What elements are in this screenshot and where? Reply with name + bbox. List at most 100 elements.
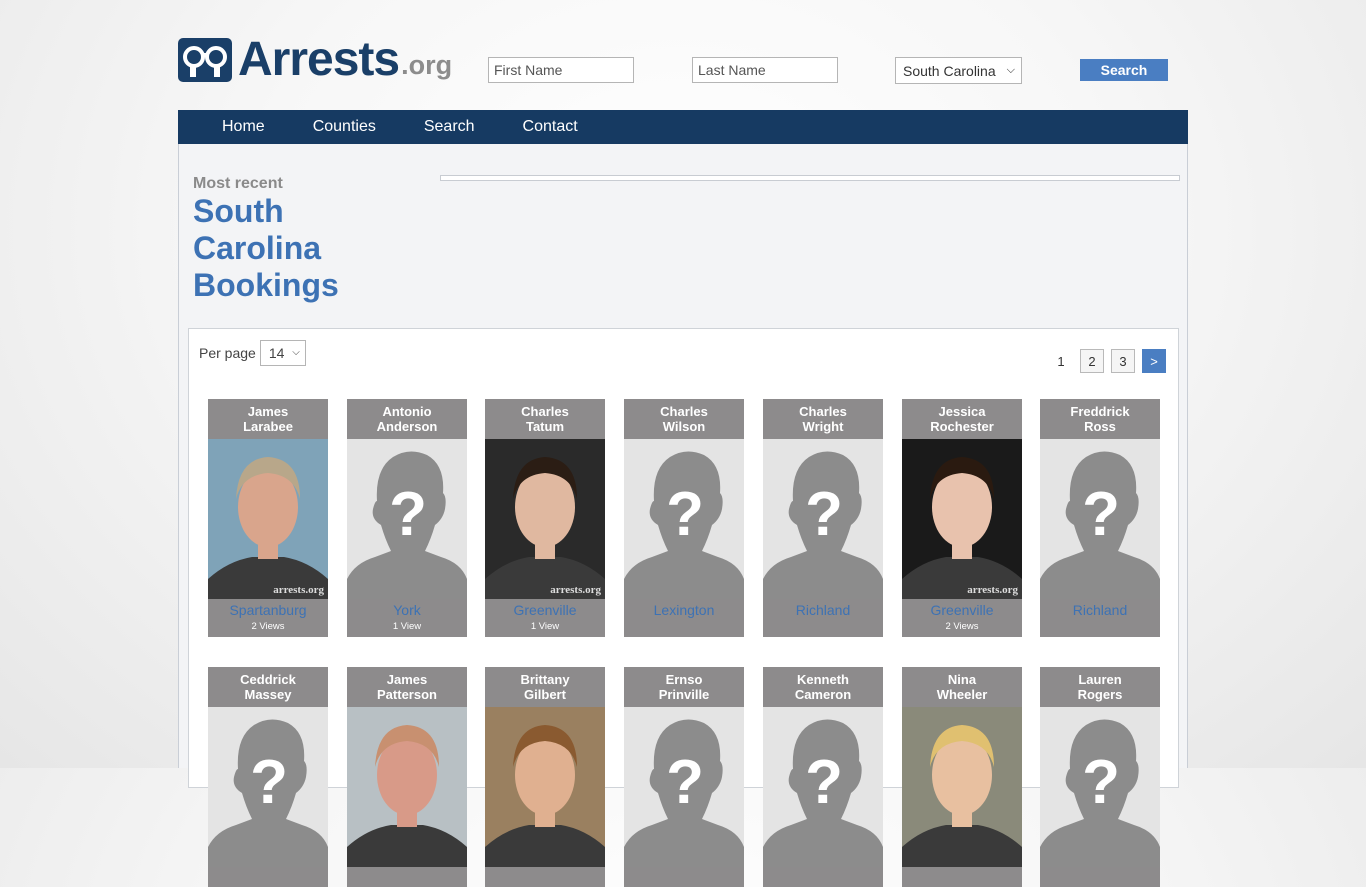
county-link[interactable]: Richland — [763, 599, 883, 619]
page-1: 1 — [1057, 353, 1065, 369]
booking-card[interactable]: Lauren Rogers? — [1040, 667, 1160, 887]
next-page-button[interactable]: > — [1142, 349, 1166, 373]
booking-card[interactable]: Freddrick Ross? Richland — [1040, 399, 1160, 637]
county-link[interactable]: York — [347, 599, 467, 619]
first-name: James — [247, 404, 289, 419]
per-page-select[interactable]: 14 ⌵ — [259, 340, 306, 366]
booking-card[interactable]: Jessica Rochester arrests.org Greenville 2 V… — [902, 399, 1022, 637]
nav-counties[interactable]: Counties — [289, 110, 400, 144]
page-title-line: Bookings — [193, 267, 339, 303]
page-title: South Carolina Bookings — [193, 193, 393, 304]
no-photo-placeholder-icon[interactable]: ? — [208, 707, 328, 867]
svg-text:?: ? — [805, 748, 843, 817]
person-name[interactable]: James Larabee — [208, 399, 328, 439]
per-page-value: 14 — [268, 345, 285, 361]
photo-watermark: arrests.org — [273, 584, 324, 596]
mugshot-photo[interactable] — [902, 707, 1022, 867]
mugshot-photo[interactable]: arrests.org — [208, 439, 328, 599]
svg-text:?: ? — [250, 748, 288, 817]
mugshot-photo[interactable]: arrests.org — [485, 439, 605, 599]
last-name: Massey — [244, 687, 292, 702]
booking-card[interactable]: Nina Wheeler — [902, 667, 1022, 887]
booking-card[interactable]: Charles Wilson? Lexington — [624, 399, 744, 637]
no-photo-placeholder-icon[interactable]: ? — [347, 439, 467, 599]
no-photo-placeholder-icon[interactable]: ? — [624, 707, 744, 867]
no-photo-placeholder-icon[interactable]: ? — [763, 707, 883, 867]
view-count — [1040, 619, 1160, 637]
page-3[interactable]: 3 — [1111, 349, 1135, 373]
person-name[interactable]: Brittany Gilbert — [485, 667, 605, 707]
county-link[interactable]: Richland — [1040, 599, 1160, 619]
last-name: Rogers — [1077, 687, 1123, 702]
county-link[interactable]: Greenville — [485, 599, 605, 619]
mugshot-photo[interactable] — [347, 707, 467, 867]
person-name[interactable]: Kenneth Cameron — [763, 667, 883, 707]
last-name: Patterson — [377, 687, 437, 702]
last-name: Gilbert — [524, 687, 566, 702]
booking-card[interactable]: Charles Tatum arrests.org Greenville 1 View — [485, 399, 605, 637]
view-count — [624, 869, 744, 887]
county-link[interactable]: Greenville — [902, 599, 1022, 619]
person-name[interactable]: Jessica Rochester — [902, 399, 1022, 439]
person-name[interactable]: Charles Wilson — [624, 399, 744, 439]
photo-watermark: arrests.org — [550, 584, 601, 596]
booking-card[interactable]: Antonio Anderson? York 1 View — [347, 399, 467, 637]
booking-card[interactable]: Ernso Prinville? — [624, 667, 744, 887]
person-name[interactable]: Charles Tatum — [485, 399, 605, 439]
county-link[interactable]: Lexington — [624, 599, 744, 619]
person-name[interactable]: James Patterson — [347, 667, 467, 707]
last-name-input[interactable] — [692, 57, 838, 83]
view-count — [902, 869, 1022, 887]
booking-card[interactable]: Kenneth Cameron? — [763, 667, 883, 887]
no-photo-placeholder-icon[interactable]: ? — [1040, 439, 1160, 599]
first-name: Ceddrick — [240, 672, 296, 687]
first-name: Charles — [799, 404, 847, 419]
site-logo[interactable]: Arrests .org — [178, 35, 452, 85]
first-name: Lauren — [1078, 672, 1122, 687]
last-name: Tatum — [525, 419, 565, 434]
person-name[interactable]: Ceddrick Massey — [208, 667, 328, 707]
logo-suffix: .org — [401, 50, 453, 80]
no-photo-placeholder-icon[interactable]: ? — [624, 439, 744, 599]
search-button[interactable]: Search — [1080, 59, 1168, 81]
mugshot-photo[interactable]: arrests.org — [902, 439, 1022, 599]
view-count: 1 View — [530, 621, 560, 632]
no-photo-placeholder-icon[interactable]: ? — [763, 439, 883, 599]
first-name-input[interactable] — [488, 57, 634, 83]
person-name[interactable]: Ernso Prinville — [624, 667, 744, 707]
svg-text:?: ? — [1082, 748, 1120, 817]
person-name[interactable]: Antonio Anderson — [347, 399, 467, 439]
handcuff-logo-icon — [178, 38, 232, 82]
first-name: Ernso — [665, 672, 703, 687]
svg-text:?: ? — [666, 480, 704, 549]
main-nav: Home Counties Search Contact — [178, 110, 1188, 144]
per-page-control: Per page 14 ⌵ — [199, 340, 306, 366]
booking-card[interactable]: Brittany Gilbert — [485, 667, 605, 887]
mugshot-photo[interactable] — [485, 707, 605, 867]
booking-card[interactable]: Ceddrick Massey? — [208, 667, 328, 887]
view-count: 1 View — [392, 621, 422, 632]
logo-wordmark: Arrests — [238, 33, 400, 86]
no-photo-placeholder-icon[interactable]: ? — [1040, 707, 1160, 867]
booking-card[interactable]: James Patterson — [347, 667, 467, 887]
nav-search[interactable]: Search — [400, 110, 499, 144]
booking-card[interactable]: James Larabee arrests.org Spartanburg 2 View… — [208, 399, 328, 637]
nav-home[interactable]: Home — [178, 110, 289, 144]
booking-card[interactable]: Charles Wright? Richland — [763, 399, 883, 637]
county-link[interactable]: Spartanburg — [208, 599, 328, 619]
person-name[interactable]: Nina Wheeler — [902, 667, 1022, 707]
person-name[interactable]: Charles Wright — [763, 399, 883, 439]
last-name: Larabee — [243, 419, 293, 434]
person-name[interactable]: Lauren Rogers — [1040, 667, 1160, 707]
view-count: 2 Views — [251, 621, 285, 632]
person-name[interactable]: Freddrick Ross — [1040, 399, 1160, 439]
last-name: Rochester — [930, 419, 994, 434]
state-select[interactable]: South Carolina ⌵ — [895, 57, 1022, 84]
last-name: Wilson — [662, 419, 706, 434]
page-2[interactable]: 2 — [1080, 349, 1104, 373]
nav-contact[interactable]: Contact — [499, 110, 602, 144]
svg-text:?: ? — [805, 480, 843, 549]
first-name: Charles — [521, 404, 569, 419]
photo-watermark: arrests.org — [967, 584, 1018, 596]
chevron-down-icon: ⌵ — [1006, 64, 1015, 76]
